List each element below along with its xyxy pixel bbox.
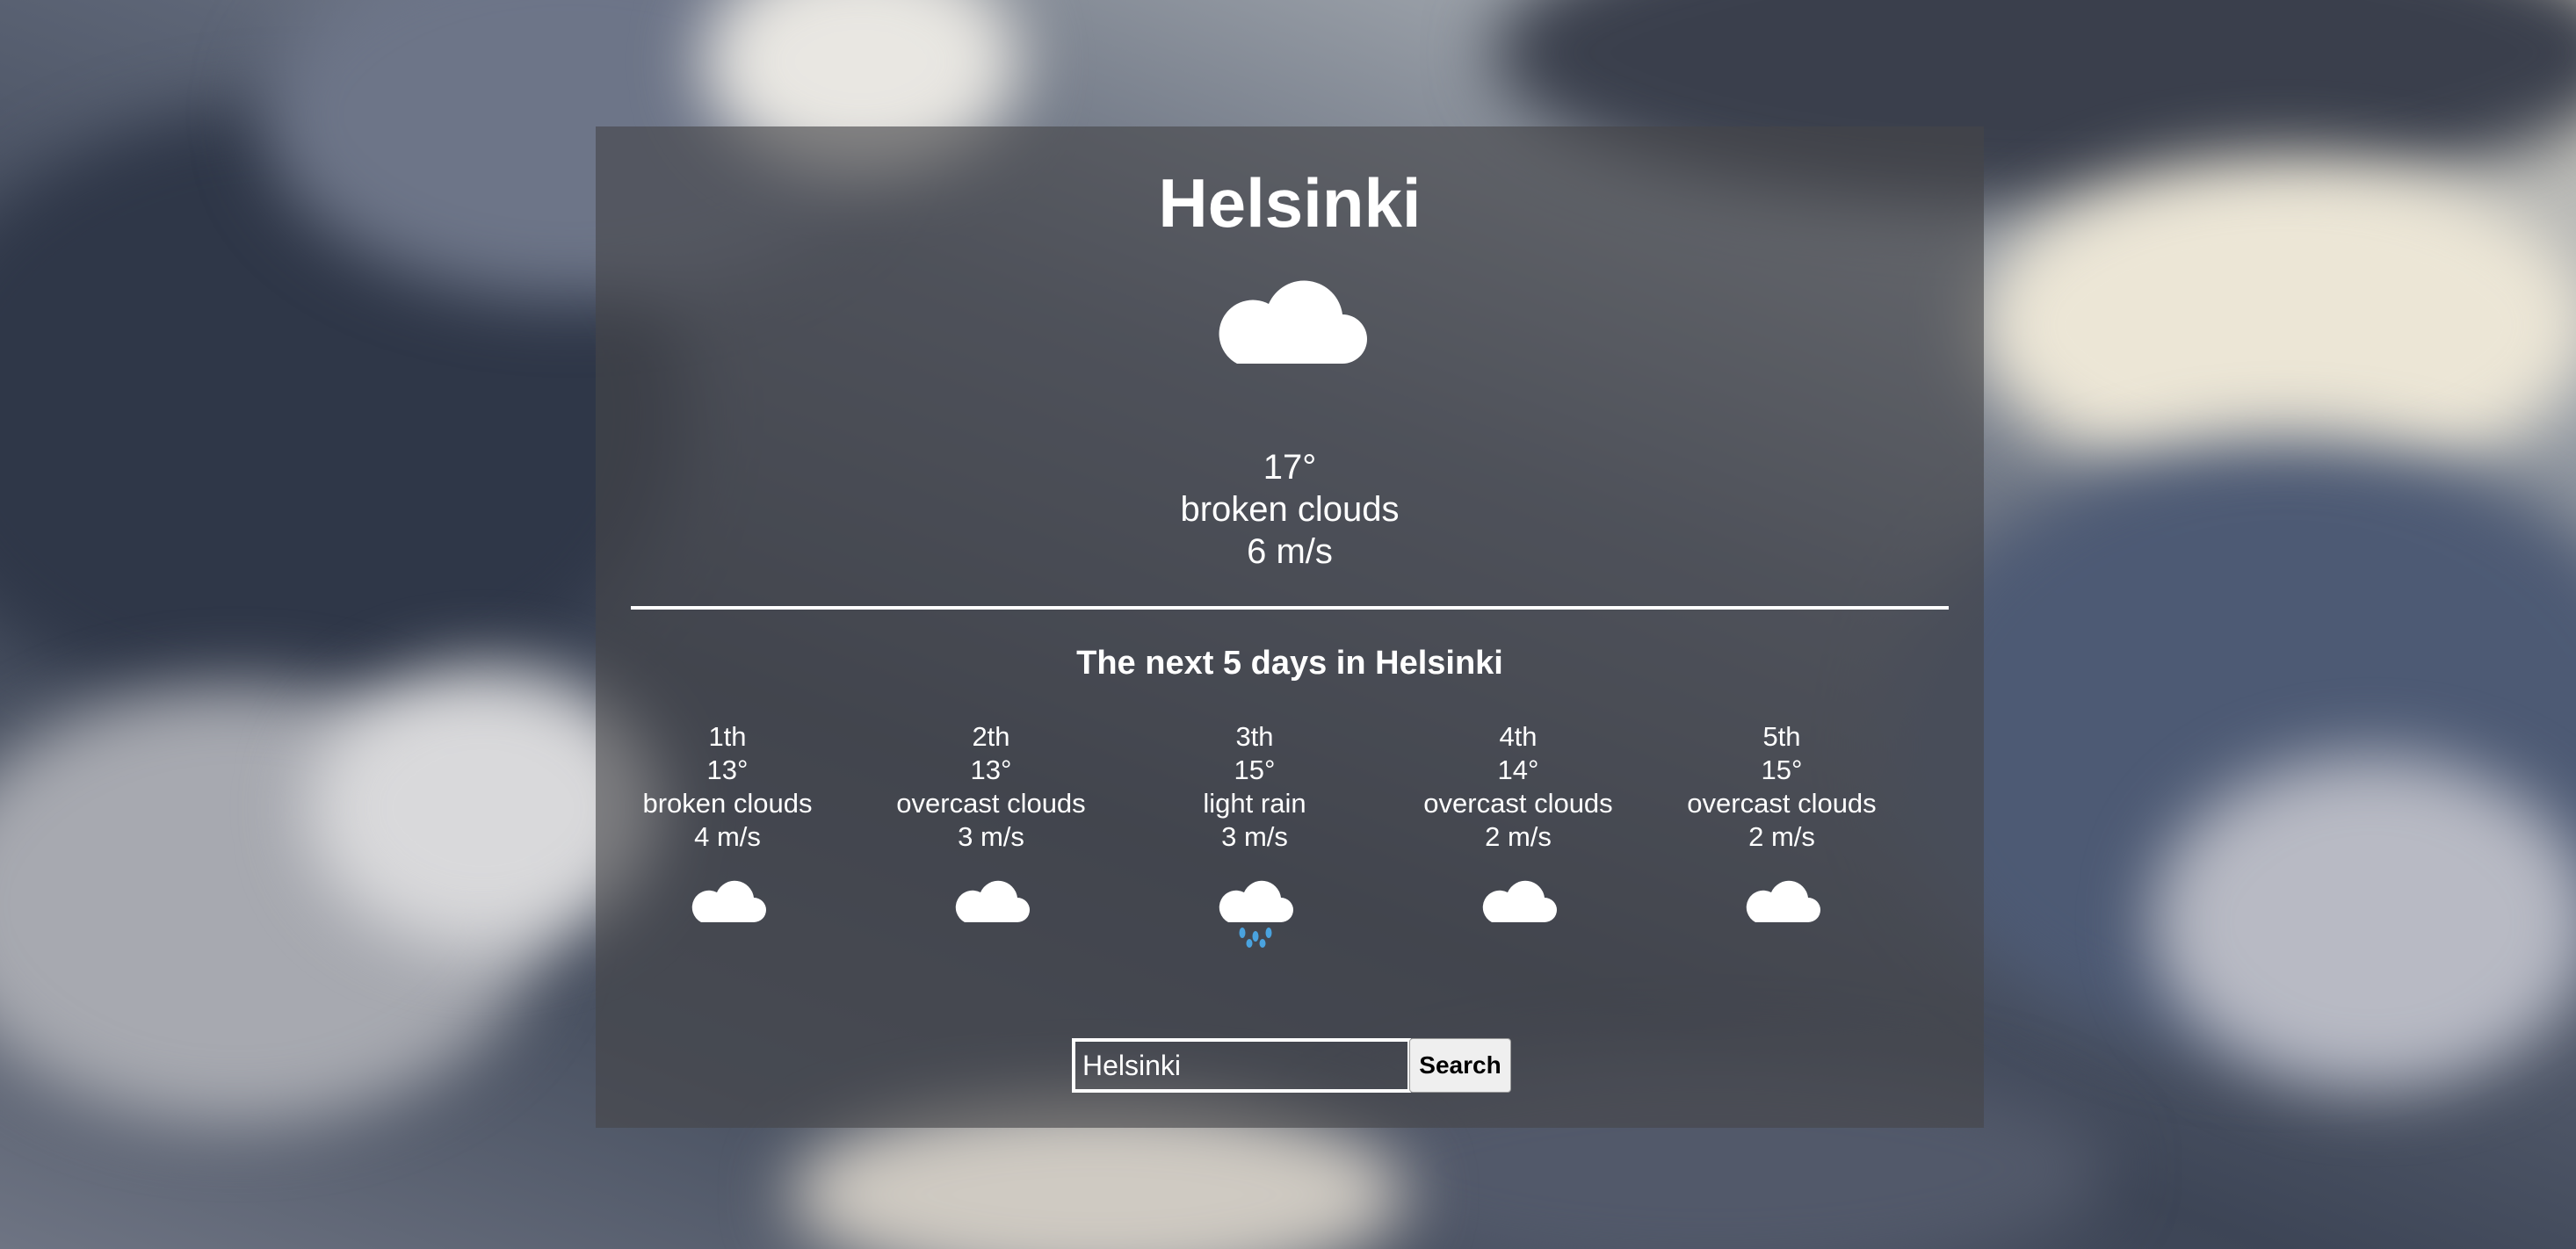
forecast-temperature: 13° (970, 754, 1012, 785)
forecast-wind: 2 m/s (1748, 821, 1815, 852)
forecast-wind: 3 m/s (1221, 821, 1288, 852)
current-wind: 6 m/s (1247, 532, 1333, 571)
forecast-wind: 3 m/s (958, 821, 1024, 852)
forecast-day: 4th 14° overcast clouds 2 m/s (1386, 720, 1650, 949)
forecast-temperature: 14° (1497, 754, 1539, 785)
forecast-temperature: 15° (1234, 754, 1276, 785)
forecast-day-label: 3th (1235, 721, 1274, 752)
forecast-day-label: 2th (972, 721, 1010, 752)
forecast-temperature: 15° (1761, 754, 1803, 785)
current-weather: 17° broken clouds 6 m/s (596, 446, 1984, 573)
cloud-icon (1219, 280, 1367, 364)
forecast-wind: 4 m/s (694, 821, 761, 852)
cloud-icon (691, 880, 766, 922)
forecast-day: 5th 15° overcast clouds 2 m/s (1650, 720, 1914, 949)
forecast-temperature: 13° (706, 754, 749, 785)
forecast-description: overcast clouds (896, 788, 1086, 819)
forecast-list: 1th 13° broken clouds 4 m/s 2th 13° over… (596, 720, 1984, 949)
forecast-description: light rain (1203, 788, 1306, 819)
divider (631, 606, 1949, 610)
forecast-wind: 2 m/s (1485, 821, 1552, 852)
forecast-description: broken clouds (642, 788, 813, 819)
current-description: broken clouds (1180, 490, 1400, 529)
cloud-icon (1746, 880, 1820, 922)
weather-panel: Helsinki 17° broken clouds 6 m/s The nex… (596, 126, 1984, 1128)
forecast-day-label: 5th (1762, 721, 1801, 752)
cloud-icon (1482, 880, 1557, 922)
search-button[interactable]: Search (1409, 1038, 1511, 1093)
current-temperature: 17° (1263, 448, 1317, 487)
forecast-description: overcast clouds (1423, 788, 1613, 819)
forecast-description: overcast clouds (1687, 788, 1877, 819)
forecast-day: 3th 15° light rain 3 m/s (1123, 720, 1386, 949)
rain-cloud-icon (1219, 880, 1293, 948)
forecast-title: The next 5 days in Helsinki (1076, 645, 1503, 682)
forecast-day: 1th 13° broken clouds 4 m/s (596, 720, 859, 949)
forecast-day: 2th 13° overcast clouds 3 m/s (859, 720, 1123, 949)
city-title: Helsinki (1158, 164, 1422, 242)
cloud-icon (955, 880, 1030, 922)
search-input[interactable] (1072, 1038, 1411, 1093)
forecast-day-label: 1th (708, 721, 747, 752)
forecast-day-label: 4th (1499, 721, 1538, 752)
